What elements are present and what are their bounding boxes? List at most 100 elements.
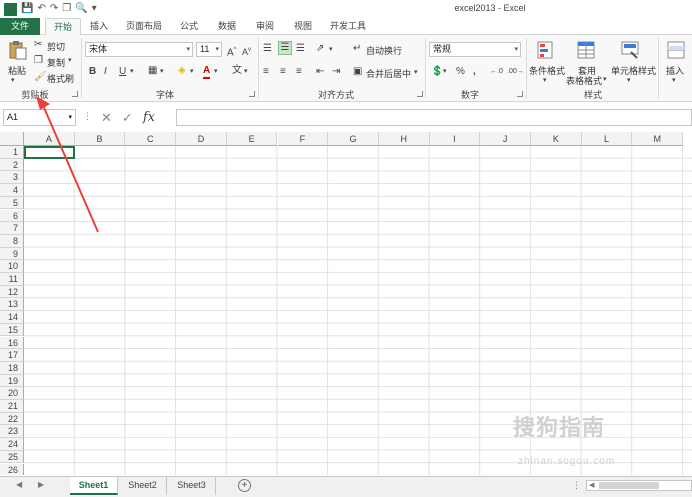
decrease-decimal-icon[interactable]: .00→ bbox=[507, 66, 524, 78]
tab-view[interactable]: 视图 bbox=[288, 18, 318, 35]
copy-dropdown-icon[interactable]: ▾ bbox=[68, 55, 72, 67]
name-box[interactable]: A1 ▾ bbox=[3, 109, 76, 126]
align-center-icon[interactable]: ≡ bbox=[280, 66, 286, 78]
align-middle-icon[interactable]: ☰ bbox=[278, 41, 292, 55]
font-color-dropdown-icon[interactable]: ▾ bbox=[214, 66, 218, 78]
row-header-19[interactable]: 19 bbox=[0, 374, 24, 388]
row-header-5[interactable]: 5 bbox=[0, 196, 24, 210]
column-header-k[interactable]: K bbox=[531, 132, 582, 146]
column-header-g[interactable]: G bbox=[328, 132, 379, 146]
sheet-tab-sheet1[interactable]: Sheet1 bbox=[70, 477, 118, 495]
column-header-f[interactable]: F bbox=[277, 132, 329, 146]
conditional-dropdown-icon[interactable]: ▾ bbox=[543, 75, 547, 87]
tab-review[interactable]: 审阅 bbox=[250, 18, 280, 35]
paste-dropdown-icon[interactable]: ▾ bbox=[11, 75, 15, 87]
column-header-e[interactable]: E bbox=[226, 132, 278, 146]
format-as-table-icon[interactable] bbox=[576, 40, 596, 60]
number-format-combo[interactable]: 常规 ▾ bbox=[429, 42, 521, 57]
wrap-text-button[interactable]: 自动换行 bbox=[366, 44, 402, 57]
increase-decimal-icon[interactable]: ←.0 bbox=[490, 66, 503, 78]
row-header-23[interactable]: 23 bbox=[0, 425, 24, 439]
column-header-m[interactable]: M bbox=[632, 132, 684, 146]
tab-page-layout[interactable]: 页面布局 bbox=[122, 18, 166, 35]
row-header-14[interactable]: 14 bbox=[0, 311, 24, 324]
font-size-combo[interactable]: 11 ▾ bbox=[196, 42, 222, 57]
selected-cell[interactable] bbox=[24, 146, 75, 159]
row-header-12[interactable]: 12 bbox=[0, 285, 24, 299]
sheet-tab-sheet3[interactable]: Sheet3 bbox=[168, 477, 216, 495]
accounting-dropdown-icon[interactable]: ▾ bbox=[443, 66, 447, 78]
font-color-icon[interactable]: A bbox=[203, 65, 211, 79]
enter-icon[interactable]: ✓ bbox=[122, 110, 133, 126]
wrap-text-icon[interactable]: ↵ bbox=[353, 43, 361, 55]
format-painter-icon[interactable]: 🖌 bbox=[34, 71, 47, 83]
tab-file[interactable]: 文件 bbox=[0, 18, 40, 35]
row-header-1[interactable]: 1 bbox=[0, 146, 24, 159]
scrollbar-thumb[interactable] bbox=[599, 482, 659, 489]
accounting-format-icon[interactable]: 💲 bbox=[431, 66, 443, 78]
row-header-6[interactable]: 6 bbox=[0, 209, 24, 223]
column-header-l[interactable]: L bbox=[581, 132, 633, 146]
new-sheet-button[interactable]: + bbox=[238, 479, 251, 492]
redo-icon[interactable]: ↷ bbox=[50, 2, 58, 16]
row-header-22[interactable]: 22 bbox=[0, 412, 24, 426]
font-name-combo[interactable]: 宋体 ▾ bbox=[85, 42, 193, 57]
select-all-corner[interactable] bbox=[0, 132, 24, 146]
row-header-9[interactable]: 9 bbox=[0, 247, 24, 261]
orientation-icon[interactable]: ⇗ bbox=[316, 43, 324, 55]
format-table-dropdown-icon[interactable]: ▾ bbox=[603, 74, 607, 86]
borders-dropdown-icon[interactable]: ▾ bbox=[160, 66, 164, 78]
horizontal-scrollbar[interactable]: ◀ bbox=[586, 480, 692, 491]
comma-style-button[interactable]: , bbox=[473, 66, 476, 78]
bold-button[interactable]: B bbox=[89, 66, 96, 78]
conditional-formatting-button[interactable]: 条件格式 bbox=[529, 64, 565, 77]
font-launcher-icon[interactable] bbox=[249, 91, 255, 97]
format-painter-button[interactable]: 格式刷 bbox=[47, 72, 74, 85]
percent-button[interactable]: % bbox=[456, 66, 465, 78]
underline-dropdown-icon[interactable]: ▾ bbox=[130, 66, 134, 78]
row-header-18[interactable]: 18 bbox=[0, 361, 24, 375]
row-header-15[interactable]: 15 bbox=[0, 323, 24, 337]
cut-button[interactable]: 剪切 bbox=[47, 40, 65, 53]
grow-font-icon[interactable]: A^ bbox=[227, 44, 237, 59]
italic-button[interactable]: I bbox=[104, 66, 107, 78]
fill-color-icon[interactable]: ◈ bbox=[178, 65, 186, 77]
row-header-3[interactable]: 3 bbox=[0, 171, 24, 185]
formula-input[interactable] bbox=[176, 109, 692, 126]
insert-cells-icon[interactable] bbox=[666, 40, 686, 60]
column-header-i[interactable]: I bbox=[429, 132, 481, 146]
clipboard-launcher-icon[interactable] bbox=[72, 91, 78, 97]
tab-formulas[interactable]: 公式 bbox=[174, 18, 204, 35]
cell-styles-icon[interactable] bbox=[620, 40, 640, 60]
copy-doc-icon[interactable]: ❐ bbox=[62, 2, 71, 16]
row-header-13[interactable]: 13 bbox=[0, 298, 24, 312]
format-as-table-line2[interactable]: 表格格式 bbox=[566, 74, 602, 87]
cut-icon[interactable]: ✂ bbox=[34, 39, 42, 51]
tab-data[interactable]: 数据 bbox=[212, 18, 242, 35]
copy-icon[interactable]: ❐ bbox=[34, 55, 43, 67]
decrease-indent-icon[interactable]: ⇤ bbox=[316, 66, 324, 78]
row-header-20[interactable]: 20 bbox=[0, 387, 24, 400]
increase-indent-icon[interactable]: ⇥ bbox=[332, 66, 340, 78]
row-header-4[interactable]: 4 bbox=[0, 184, 24, 197]
cell-styles-button[interactable]: 单元格样式 bbox=[611, 64, 656, 77]
row-header-24[interactable]: 24 bbox=[0, 438, 24, 451]
phonetic-dropdown-icon[interactable]: ▾ bbox=[244, 66, 248, 78]
scroll-left-icon[interactable]: ◀ bbox=[16, 480, 22, 489]
underline-button[interactable]: U bbox=[119, 66, 126, 78]
insert-function-button[interactable]: fx bbox=[143, 110, 155, 125]
column-header-h[interactable]: H bbox=[378, 132, 430, 146]
undo-icon[interactable]: ↶ bbox=[37, 2, 45, 16]
column-header-j[interactable]: J bbox=[480, 132, 531, 146]
tab-developer[interactable]: 开发工具 bbox=[326, 18, 370, 35]
tab-home[interactable]: 开始 bbox=[45, 18, 81, 36]
row-header-8[interactable]: 8 bbox=[0, 234, 24, 248]
number-launcher-icon[interactable] bbox=[517, 91, 523, 97]
save-icon[interactable]: 💾 bbox=[21, 2, 33, 16]
tab-insert[interactable]: 插入 bbox=[84, 18, 114, 35]
row-header-25[interactable]: 25 bbox=[0, 450, 24, 464]
row-header-11[interactable]: 11 bbox=[0, 273, 24, 286]
merge-center-button[interactable]: 合并后居中 bbox=[366, 67, 411, 80]
paste-icon[interactable] bbox=[8, 40, 28, 60]
row-header-16[interactable]: 16 bbox=[0, 336, 24, 350]
